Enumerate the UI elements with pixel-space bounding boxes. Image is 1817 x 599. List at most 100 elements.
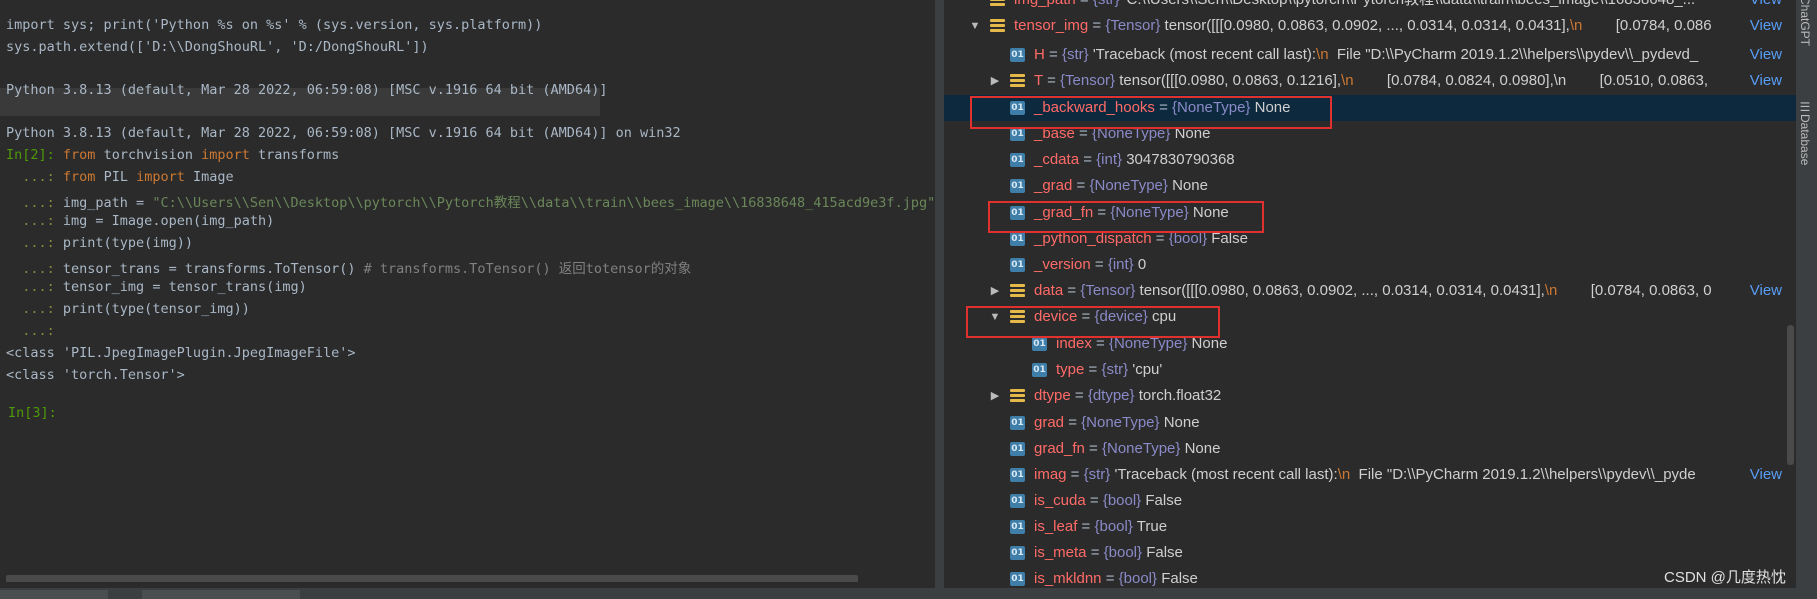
variable-row[interactable]: 01 grad = {NoneType} None xyxy=(944,410,1796,436)
variable-text: is_cuda = {bool} False xyxy=(1034,488,1182,514)
field-icon: 01 xyxy=(1010,468,1025,482)
view-link[interactable]: View xyxy=(1745,278,1782,304)
console-input-line: ...: tensor_trans = transforms.ToTensor(… xyxy=(6,257,691,277)
variable-row[interactable]: ▶ data = {Tensor} tensor([[[0.0980, 0.086… xyxy=(944,278,1796,304)
variable-name: type xyxy=(1056,361,1085,378)
variable-name: data xyxy=(1034,282,1064,299)
console-input-line: ...: print(type(img)) xyxy=(6,235,193,251)
variable-type: {Tensor} xyxy=(1105,17,1161,34)
variable-name: is_leaf xyxy=(1034,518,1078,535)
variable-name: is_mkldnn xyxy=(1034,570,1102,587)
variable-row[interactable]: 01 _cdata = {int} 3047830790368 xyxy=(944,147,1796,173)
variable-row[interactable]: ▶ dtype = {dtype} torch.float32 xyxy=(944,383,1796,409)
variable-row[interactable]: 01 _version = {int} 0 xyxy=(944,252,1796,278)
variable-row[interactable]: ▶ T = {Tensor} tensor([[[0.0980, 0.0863, … xyxy=(944,68,1796,94)
console-input-line: ...: img_path = "C:\\Users\\Sen\\Desktop… xyxy=(6,191,934,211)
variable-value: None xyxy=(1172,177,1208,194)
variable-text: _cdata = {int} 3047830790368 xyxy=(1034,147,1235,173)
variable-value: False xyxy=(1145,492,1183,509)
variable-text: _version = {int} 0 xyxy=(1034,252,1146,278)
variables-scrollbar[interactable] xyxy=(1787,325,1794,465)
object-icon xyxy=(1010,74,1025,88)
chatgpt-tab[interactable]: ChatGPT xyxy=(1798,0,1812,46)
field-icon: 01 xyxy=(1010,153,1025,167)
equals-sign: = xyxy=(1076,0,1093,8)
variable-text: img_path = {str} 'C:\\Users\\Sen\\Deskto… xyxy=(1014,0,1695,13)
variable-name: dtype xyxy=(1034,387,1071,404)
variable-type: {bool} xyxy=(1094,518,1133,535)
continuation-prompt: ...: xyxy=(22,195,55,211)
collapse-arrow-icon[interactable]: ▼ xyxy=(968,13,982,39)
field-icon: 01 xyxy=(1032,337,1047,351)
highlight-box xyxy=(966,306,1220,338)
view-link[interactable]: View xyxy=(1745,68,1782,94)
variable-text: is_leaf = {bool} True xyxy=(1034,514,1167,540)
bottom-tab[interactable] xyxy=(142,590,300,599)
field-icon: 01 xyxy=(1010,258,1025,272)
variable-name: T xyxy=(1034,72,1043,89)
code: PIL xyxy=(95,169,137,185)
keyword: from xyxy=(62,169,96,185)
view-link[interactable]: View xyxy=(1745,13,1782,39)
console-output: Python 3.8.13 (default, Mar 28 2022, 06:… xyxy=(6,82,608,98)
continuation-prompt: ...: xyxy=(22,301,55,317)
variable-row[interactable]: ▼ tensor_img = {Tensor} tensor([[[0.0980,… xyxy=(944,13,1796,39)
variable-text: grad = {NoneType} None xyxy=(1034,410,1200,436)
code: img = Image.open(img_path) xyxy=(54,213,275,229)
view-link[interactable]: View xyxy=(1745,0,1782,13)
continuation-prompt: ...: xyxy=(22,213,55,229)
variable-row[interactable]: 01 _grad = {NoneType} None xyxy=(944,173,1796,199)
console-horizontal-scrollbar[interactable] xyxy=(6,575,858,582)
variable-value: 0 xyxy=(1137,256,1147,273)
continuation-prompt: ...: xyxy=(22,169,55,185)
expand-arrow-icon[interactable]: ▶ xyxy=(988,68,1002,94)
field-icon: 01 xyxy=(1010,232,1025,246)
highlight-box xyxy=(988,201,1264,233)
equals-sign: = xyxy=(1101,570,1119,587)
continuation-prompt: ...: xyxy=(22,235,55,251)
variable-name: H xyxy=(1034,46,1045,63)
highlight-box xyxy=(970,96,1332,129)
field-icon: 01 xyxy=(1032,363,1047,377)
variable-row[interactable]: 01 type = {str} 'cpu' xyxy=(944,357,1796,383)
variable-row[interactable]: 01 is_cuda = {bool} False xyxy=(944,488,1796,514)
equals-sign: = xyxy=(1077,518,1095,535)
newline-escape: \n xyxy=(1316,46,1329,63)
variable-row[interactable]: 01 is_meta = {bool} False xyxy=(944,540,1796,566)
variable-row[interactable]: 01 grad_fn = {NoneType} None xyxy=(944,436,1796,462)
variable-text: is_meta = {bool} False xyxy=(1034,540,1183,566)
variable-value-continued: File "D:\\PyCharm 2019.1.2\\helpers\\pyd… xyxy=(1328,46,1699,63)
expand-arrow-icon[interactable]: ▶ xyxy=(988,383,1002,409)
python-console[interactable]: import sys; print('Python %s on %s' % (s… xyxy=(0,0,934,582)
bottom-tab[interactable] xyxy=(0,590,108,599)
console-input-line: ...: img = Image.open(img_path) xyxy=(6,213,274,229)
newline-escape: \n xyxy=(1544,282,1558,299)
variable-value: tensor([[[0.0980, 0.0863, 0.0902, ..., 0… xyxy=(1164,17,1570,34)
variable-type: {str} xyxy=(1101,361,1129,378)
equals-sign: = xyxy=(1084,440,1102,457)
field-icon: 01 xyxy=(1010,48,1025,62)
variables-panel[interactable]: img_path = {str} 'C:\\Users\\Sen\\Deskto… xyxy=(944,0,1796,588)
variable-row[interactable]: img_path = {str} 'C:\\Users\\Sen\\Deskto… xyxy=(944,0,1796,13)
expand-arrow-icon[interactable]: ▶ xyxy=(988,278,1002,304)
equals-sign: = xyxy=(1086,544,1104,561)
variable-row[interactable]: 01 is_leaf = {bool} True xyxy=(944,514,1796,540)
variable-text: type = {str} 'cpu' xyxy=(1056,357,1162,383)
variable-type: {int} xyxy=(1107,256,1134,273)
keyword: import xyxy=(136,169,185,185)
field-icon: 01 xyxy=(1010,572,1025,586)
console-result: <class 'torch.Tensor'> xyxy=(6,367,185,383)
variable-row[interactable]: 01 H = {str} 'Traceback (most recent call… xyxy=(944,42,1796,68)
keyword: from xyxy=(62,147,96,163)
view-link[interactable]: View xyxy=(1745,42,1782,68)
variable-value: 'C:\\Users\\Sen\\Desktop\\pytorch\\Pytor… xyxy=(1124,0,1696,8)
variable-type: {NoneType} xyxy=(1101,440,1181,457)
variable-name: _cdata xyxy=(1034,151,1080,168)
continuation-prompt: ...: xyxy=(22,323,55,339)
string-literal: "C:\\Users\\Sen\\Desktop\\pytorch\\Pytor… xyxy=(152,195,934,211)
console-prompt[interactable]: In[3]: xyxy=(8,405,57,421)
variable-row[interactable]: 01 imag = {str} 'Traceback (most recent c… xyxy=(944,462,1796,488)
view-link[interactable]: View xyxy=(1745,462,1782,488)
database-tab[interactable]: ☰Database xyxy=(1798,100,1812,165)
database-tab-label: Database xyxy=(1798,114,1812,166)
